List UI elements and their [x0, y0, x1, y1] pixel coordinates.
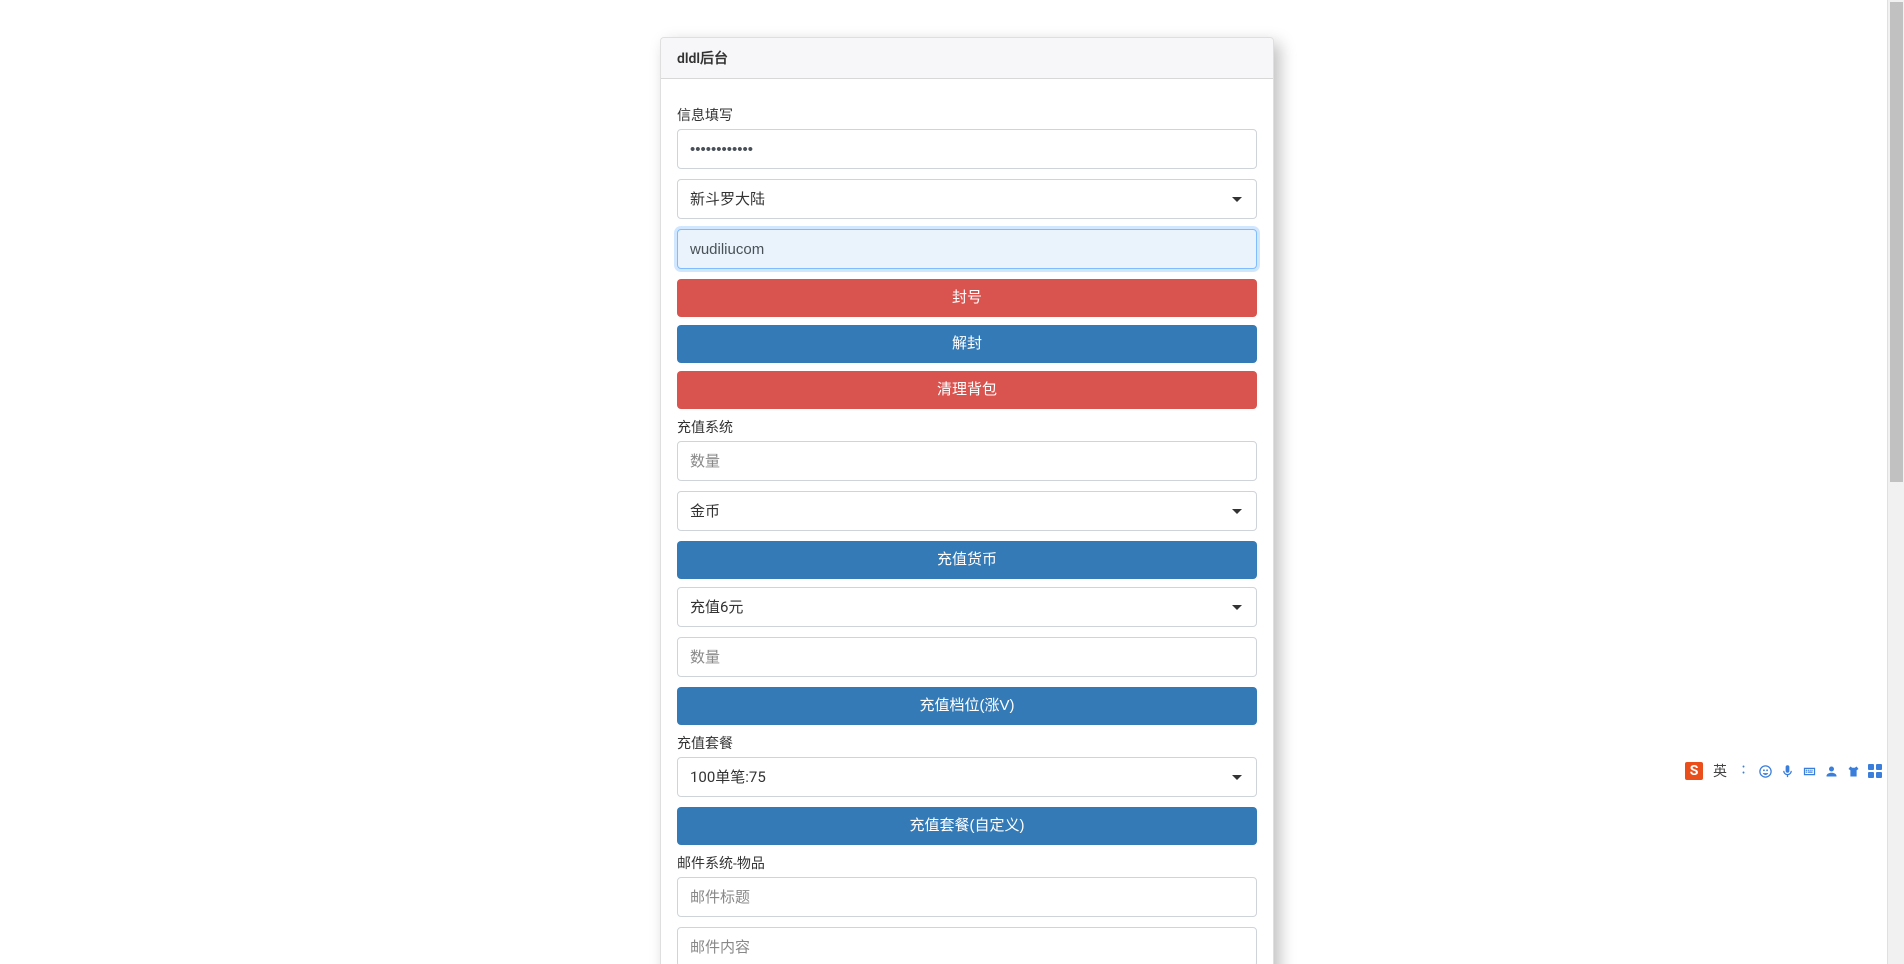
ime-lang-label[interactable]: 英 [1713, 761, 1727, 781]
package-select[interactable]: 100单笔:75 [677, 757, 1257, 797]
panel-title: dldl后台 [661, 38, 1273, 79]
recharge-currency-button[interactable]: 充值货币 [677, 541, 1257, 579]
mail-content-input[interactable] [677, 927, 1257, 964]
caret-down-icon [1232, 197, 1242, 202]
caret-down-icon [1232, 509, 1242, 514]
recharge-package-button[interactable]: 充值套餐(自定义) [677, 807, 1257, 845]
package-select-value: 100单笔:75 [690, 767, 766, 787]
mic-icon[interactable] [1779, 763, 1795, 779]
unban-button[interactable]: 解封 [677, 325, 1257, 363]
info-section-label: 信息填写 [677, 105, 1257, 125]
clear-bag-button[interactable]: 清理背包 [677, 371, 1257, 409]
mail-title-input[interactable] [677, 877, 1257, 917]
recharge-tier-select-value: 充值6元 [690, 597, 743, 617]
keyboard-icon[interactable] [1801, 763, 1817, 779]
password-input[interactable] [677, 129, 1257, 169]
ban-button[interactable]: 封号 [677, 279, 1257, 317]
skin-icon[interactable] [1845, 763, 1861, 779]
user-icon[interactable] [1823, 763, 1839, 779]
admin-panel-card: dldl后台 信息填写 新斗罗大陆 封号 解封 清理背包 充值系统 金币 充值货… [660, 37, 1274, 964]
panel-body: 信息填写 新斗罗大陆 封号 解封 清理背包 充值系统 金币 充值货币 充值6元 [661, 79, 1273, 964]
scrollbar-thumb[interactable] [1890, 2, 1903, 482]
currency-select[interactable]: 金币 [677, 491, 1257, 531]
username-input[interactable] [677, 229, 1257, 269]
quantity2-input[interactable] [677, 637, 1257, 677]
caret-down-icon [1232, 775, 1242, 780]
smiley-icon[interactable] [1757, 763, 1773, 779]
quantity-input[interactable] [677, 441, 1257, 481]
grid-icon[interactable] [1867, 763, 1883, 779]
recharge-system-label: 充值系统 [677, 417, 1257, 437]
currency-select-value: 金币 [690, 501, 720, 521]
recharge-tier-button[interactable]: 充值档位(涨V) [677, 687, 1257, 725]
ime-toolbar[interactable]: S 英 •• [1679, 758, 1887, 784]
scrollbar-track[interactable] [1887, 0, 1904, 964]
viewport: dldl后台 信息填写 新斗罗大陆 封号 解封 清理背包 充值系统 金币 充值货… [0, 0, 1904, 964]
ime-separator-icon: •• [1735, 763, 1751, 779]
server-select[interactable]: 新斗罗大陆 [677, 179, 1257, 219]
sogou-logo-icon[interactable]: S [1683, 760, 1705, 782]
recharge-tier-select[interactable]: 充值6元 [677, 587, 1257, 627]
server-select-value: 新斗罗大陆 [690, 189, 765, 209]
recharge-package-label: 充值套餐 [677, 733, 1257, 753]
caret-down-icon [1232, 605, 1242, 610]
mail-system-label: 邮件系统-物品 [677, 853, 1257, 873]
